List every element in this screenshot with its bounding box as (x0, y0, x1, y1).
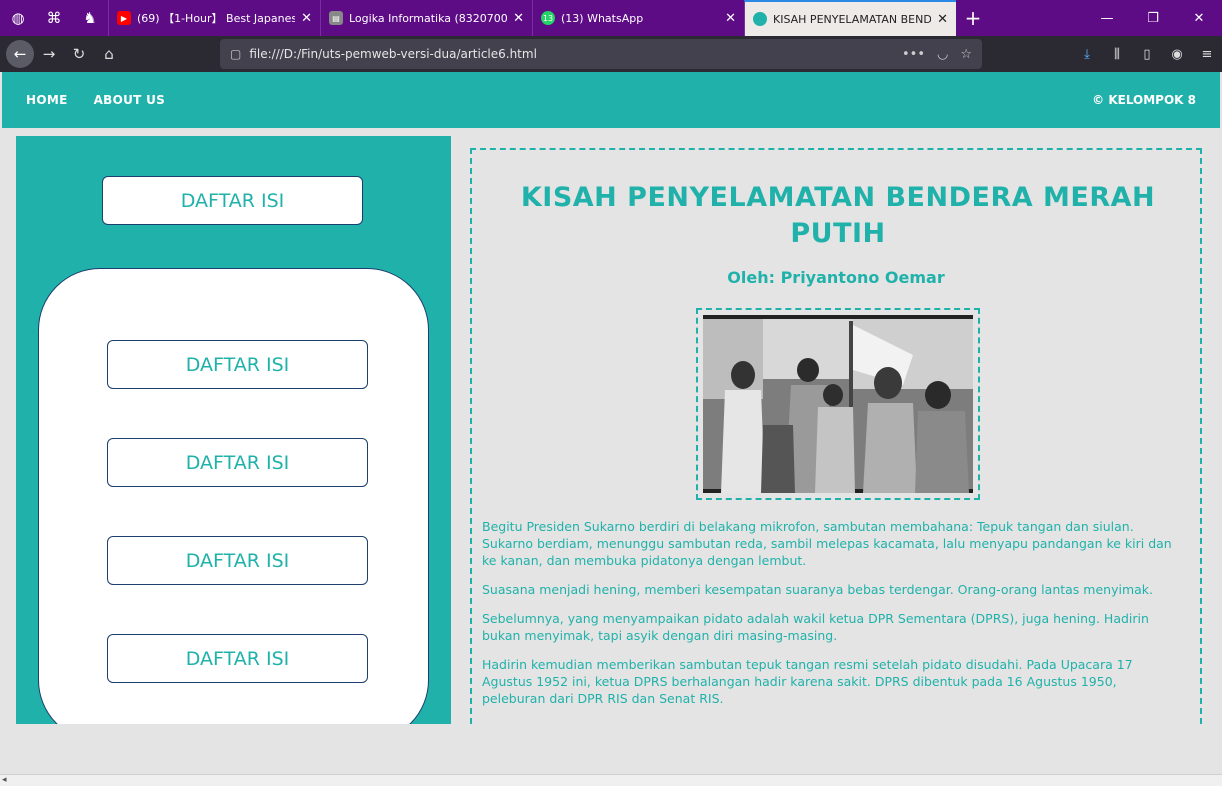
menu-icon[interactable]: ≡ (1192, 47, 1222, 62)
minimize-icon[interactable]: — (1084, 0, 1130, 36)
forward-button[interactable]: → (34, 39, 64, 69)
close-tab-icon[interactable]: ✕ (725, 11, 736, 26)
download-icon[interactable]: ⤓ (1072, 47, 1102, 62)
sidebar-icon[interactable]: ▯ (1132, 47, 1162, 62)
library-icon[interactable]: ⫼ (1102, 47, 1132, 62)
tab-logika[interactable]: ▤ Logika Informatika (832070000 ✕ (320, 0, 532, 36)
article-title: KISAH PENYELAMATAN BENDERA MERAH PUTIH (520, 182, 1156, 249)
globe-icon (753, 12, 767, 26)
browser-toolbar-right: ⤓ ⫼ ▯ ◉ ≡ (1072, 36, 1222, 72)
flag-raising-photo (703, 315, 973, 493)
site-navbar: HOME ABOUT US © KELOMPOK 8 (2, 72, 1220, 128)
container-icon[interactable]: ♞ (72, 0, 108, 36)
extension-icon[interactable]: ⌘ (36, 0, 72, 36)
reload-button[interactable]: ↻ (64, 39, 94, 69)
browser-tab-bar: ◍ ⌘ ♞ ▶ (69) 【1-Hour】 Best Japanese Lo ✕… (0, 0, 1222, 36)
more-actions-icon[interactable]: ••• (902, 47, 925, 62)
document-icon: ▤ (329, 11, 343, 25)
horizontal-scrollbar[interactable]: ◂ (0, 774, 1222, 786)
restore-icon[interactable]: ❐ (1130, 0, 1176, 36)
browser-nav-bar: ← → ↻ ⌂ ▢ file:///D:/Fin/uts-pemweb-vers… (0, 36, 1222, 72)
page-icon: ▢ (230, 47, 242, 61)
article-body: Begitu Presiden Sukarno berdiri di belak… (482, 518, 1182, 719)
article-paragraph: Hadirin kemudian memberikan sambutan tep… (482, 657, 1133, 706)
sidebar-item-4[interactable]: DAFTAR ISI (107, 634, 368, 683)
close-tab-icon[interactable]: ✕ (301, 11, 312, 26)
close-tab-icon[interactable]: ✕ (513, 11, 524, 26)
page-bottom-area (0, 724, 1222, 774)
article-container: KISAH PENYELAMATAN BENDERA MERAH PUTIH O… (470, 148, 1202, 724)
youtube-icon: ▶ (117, 11, 131, 25)
back-button[interactable]: ← (6, 40, 34, 68)
whatsapp-icon: 13 (541, 11, 555, 25)
tab-whatsapp[interactable]: 13 (13) WhatsApp ✕ (532, 0, 744, 36)
article-paragraph: Begitu Presiden Sukarno berdiri di belak… (482, 519, 1172, 568)
new-tab-button[interactable]: + (956, 0, 990, 36)
article-paragraph: Sebelumnya, yang menyampaikan pidato ada… (482, 611, 1149, 643)
sidebar-item-1[interactable]: DAFTAR ISI (107, 340, 368, 389)
close-window-icon[interactable]: ✕ (1176, 0, 1222, 36)
sidebar-card: DAFTAR ISI DAFTAR ISI DAFTAR ISI DAFTAR … (38, 268, 429, 742)
sidebar-item-3[interactable]: DAFTAR ISI (107, 536, 368, 585)
sidebar-heading-button[interactable]: DAFTAR ISI (102, 176, 363, 225)
window-controls: — ❐ ✕ (1084, 0, 1222, 36)
nav-about-link[interactable]: ABOUT US (94, 93, 166, 107)
scroll-left-arrow-icon[interactable]: ◂ (2, 775, 7, 785)
article-author: Oleh: Priyantono Oemar (727, 268, 945, 287)
sidebar: DAFTAR ISI DAFTAR ISI DAFTAR ISI DAFTAR … (16, 136, 451, 773)
pocket-icon[interactable]: ◡ (937, 47, 948, 62)
account-icon[interactable]: ◉ (1162, 47, 1192, 62)
globe-icon[interactable]: ◍ (0, 0, 36, 36)
url-text: file:///D:/Fin/uts-pemweb-versi-dua/arti… (249, 47, 537, 61)
tab-youtube[interactable]: ▶ (69) 【1-Hour】 Best Japanese Lo ✕ (108, 0, 320, 36)
address-bar[interactable]: ▢ file:///D:/Fin/uts-pemweb-versi-dua/ar… (220, 39, 982, 69)
nav-home-link[interactable]: HOME (26, 93, 68, 107)
tab-active-article[interactable]: KISAH PENYELAMATAN BENDE ✕ (744, 0, 956, 36)
article-paragraph: Suasana menjadi hening, memberi kesempat… (482, 582, 1153, 597)
sidebar-item-2[interactable]: DAFTAR ISI (107, 438, 368, 487)
copyright-text: © KELOMPOK 8 (1092, 93, 1196, 107)
article-photo-frame (696, 308, 980, 500)
bookmark-star-icon[interactable]: ☆ (960, 47, 972, 62)
close-tab-icon[interactable]: ✕ (937, 12, 948, 27)
home-icon[interactable]: ⌂ (94, 39, 124, 69)
